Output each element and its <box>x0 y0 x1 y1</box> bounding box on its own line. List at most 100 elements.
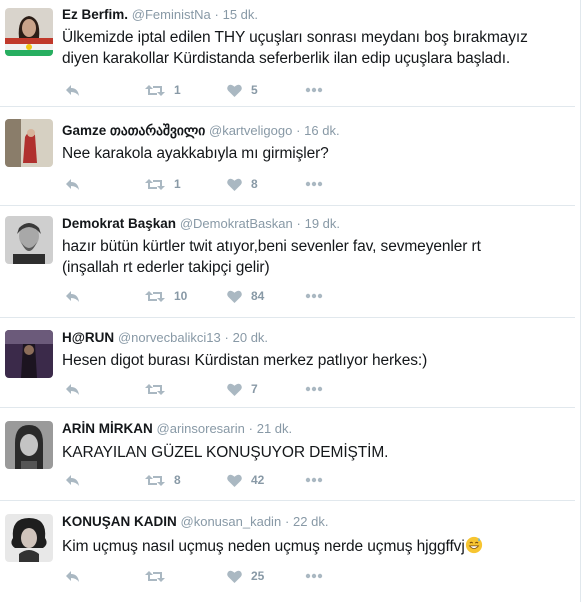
separator-dot: · <box>284 514 290 529</box>
user-handle[interactable]: @FeministNa <box>132 7 211 22</box>
like-button[interactable]: 7 <box>227 380 258 398</box>
timestamp[interactable]: 16 dk. <box>304 123 339 138</box>
display-name[interactable]: ARİN MİRKAN <box>62 421 153 436</box>
like-button[interactable]: 42 <box>227 471 264 489</box>
like-button[interactable]: 8 <box>227 175 258 193</box>
heart-icon <box>227 474 242 487</box>
timestamp[interactable]: 22 dk. <box>293 514 328 529</box>
tweet-text-line: Hesen digot burası Kürdistan merkez patl… <box>62 352 428 369</box>
user-handle[interactable]: @arinsoresarin <box>157 421 245 436</box>
retweet-button[interactable] <box>145 380 174 398</box>
tweet-header: Demokrat Başkan @DemokratBaskan · 19 dk. <box>62 215 569 233</box>
tweet[interactable]: Demokrat Başkan @DemokratBaskan · 19 dk.… <box>0 206 575 318</box>
tweet[interactable]: KONUŞAN KADIN @konusan_kadin · 22 dk. Ki… <box>0 501 575 602</box>
more-dots-icon <box>305 477 323 483</box>
tweet-header: H@RUN @norvecbalikci13 · 20 dk. <box>62 329 569 347</box>
tweet-actions: 7 <box>62 380 382 398</box>
retweet-button[interactable]: 1 <box>145 81 181 99</box>
reply-button[interactable] <box>65 287 80 305</box>
retweet-icon <box>145 84 165 96</box>
avatar[interactable] <box>5 216 53 264</box>
tweet-text-line-text: Kim uçmuş nasıl uçmuş neden uçmuş nerde … <box>62 538 465 555</box>
timestamp[interactable]: 21 dk. <box>257 421 292 436</box>
like-count: 42 <box>251 473 265 487</box>
tweet-timeline: Ez Berfim. @FeministNa · 15 dk. Ülkemizd… <box>0 0 581 602</box>
timestamp[interactable]: 19 dk. <box>305 216 340 231</box>
retweet-icon <box>145 178 165 190</box>
tweet-actions: 25 <box>62 567 382 585</box>
avatar[interactable] <box>5 119 53 167</box>
display-name-extra: თათარაშვილი <box>110 123 206 138</box>
display-name[interactable]: Ez Berfim. <box>62 7 128 22</box>
separator-dot: · <box>248 421 253 436</box>
avatar[interactable] <box>5 330 53 378</box>
tweet[interactable]: Gamze თათარაშვილი @kartveligogo · 16 dk.… <box>0 107 575 206</box>
tweet-actions: 1 8 <box>62 175 382 193</box>
tweet-actions: 10 84 <box>62 287 382 305</box>
retweet-button[interactable]: 1 <box>145 175 181 193</box>
reply-button[interactable] <box>65 380 80 398</box>
tweet[interactable]: Ez Berfim. @FeministNa · 15 dk. Ülkemizd… <box>0 0 575 107</box>
reply-icon <box>66 178 79 190</box>
retweet-button[interactable] <box>145 567 174 585</box>
retweet-count: 1 <box>174 83 181 97</box>
retweet-button[interactable]: 8 <box>145 471 181 489</box>
tweet-header: Gamze თათარაშვილი @kartveligogo · 16 dk. <box>62 122 569 140</box>
retweet-button[interactable]: 10 <box>145 287 187 305</box>
like-button[interactable]: 25 <box>227 567 264 585</box>
like-count: 5 <box>251 83 258 97</box>
separator-dot: · <box>224 330 229 345</box>
reply-button[interactable] <box>65 81 80 99</box>
retweet-count: 1 <box>174 177 181 191</box>
tweet-text-line: (inşallah rt ederler takipçi gelir) <box>62 259 270 276</box>
tweet[interactable]: H@RUN @norvecbalikci13 · 20 dk. Hesen di… <box>0 318 575 408</box>
heart-icon <box>227 178 242 191</box>
tweet-actions: 8 42 <box>62 471 382 489</box>
tweet-header: Ez Berfim. @FeministNa · 15 dk. <box>62 6 569 24</box>
user-handle[interactable]: @DemokratBaskan <box>180 216 293 231</box>
reply-button[interactable] <box>65 471 80 489</box>
avatar[interactable] <box>5 421 53 469</box>
tweet-text-line: KARAYILAN GÜZEL KONUŞUYOR DEMİŞTİM. <box>62 444 389 461</box>
display-name[interactable]: H@RUN <box>62 330 114 345</box>
reply-button[interactable] <box>65 567 80 585</box>
display-name[interactable]: KONUŞAN KADIN <box>62 514 177 529</box>
more-dots-icon <box>305 87 323 93</box>
display-name[interactable]: Gamze თათარაშვილი <box>62 123 205 138</box>
like-button[interactable]: 5 <box>227 81 258 99</box>
more-options-button[interactable] <box>305 380 323 398</box>
avatar[interactable] <box>5 514 53 562</box>
user-handle[interactable]: @kartveligogo <box>209 123 292 138</box>
timestamp[interactable]: 15 dk. <box>223 7 258 22</box>
more-options-button[interactable] <box>305 287 323 305</box>
tweet-text-line: Nee karakola ayakkabıyla mı girmişler? <box>62 145 329 162</box>
tweet-text: Ülkemizde iptal edilen THY uçuşları sonr… <box>62 27 569 69</box>
timestamp[interactable]: 20 dk. <box>233 330 268 345</box>
retweet-icon <box>145 570 165 582</box>
tweet-text-line: Ülkemizde iptal edilen THY uçuşları sonr… <box>62 29 528 46</box>
tweet-text-line: Kim uçmuş nasıl uçmuş neden uçmuş nerde … <box>62 536 569 557</box>
tweet-text-line: hazır bütün kürtler twit atıyor,beni sev… <box>62 238 481 255</box>
like-count: 8 <box>251 177 258 191</box>
more-dots-icon <box>305 181 323 187</box>
tweet-text: Hesen digot burası Kürdistan merkez patl… <box>62 350 569 371</box>
heart-icon <box>227 290 242 303</box>
tweet-text: KARAYILAN GÜZEL KONUŞUYOR DEMİŞTİM. <box>62 442 569 463</box>
heart-icon <box>227 84 242 97</box>
like-count: 7 <box>251 382 258 396</box>
display-name[interactable]: Demokrat Başkan <box>62 216 176 231</box>
more-options-button[interactable] <box>305 567 323 585</box>
avatar[interactable] <box>5 8 53 56</box>
reply-button[interactable] <box>65 175 80 193</box>
more-options-button[interactable] <box>305 471 323 489</box>
retweet-count: 8 <box>174 473 181 487</box>
tweet-header: KONUŞAN KADIN @konusan_kadin · 22 dk. <box>62 513 569 531</box>
user-handle[interactable]: @konusan_kadin <box>181 514 282 529</box>
tweet[interactable]: ARİN MİRKAN @arinsoresarin · 21 dk. KARA… <box>0 408 575 501</box>
more-dots-icon <box>305 386 323 392</box>
more-options-button[interactable] <box>305 175 323 193</box>
like-button[interactable]: 84 <box>227 287 264 305</box>
more-dots-icon <box>305 293 323 299</box>
more-options-button[interactable] <box>305 81 323 99</box>
user-handle[interactable]: @norvecbalikci13 <box>118 330 221 345</box>
